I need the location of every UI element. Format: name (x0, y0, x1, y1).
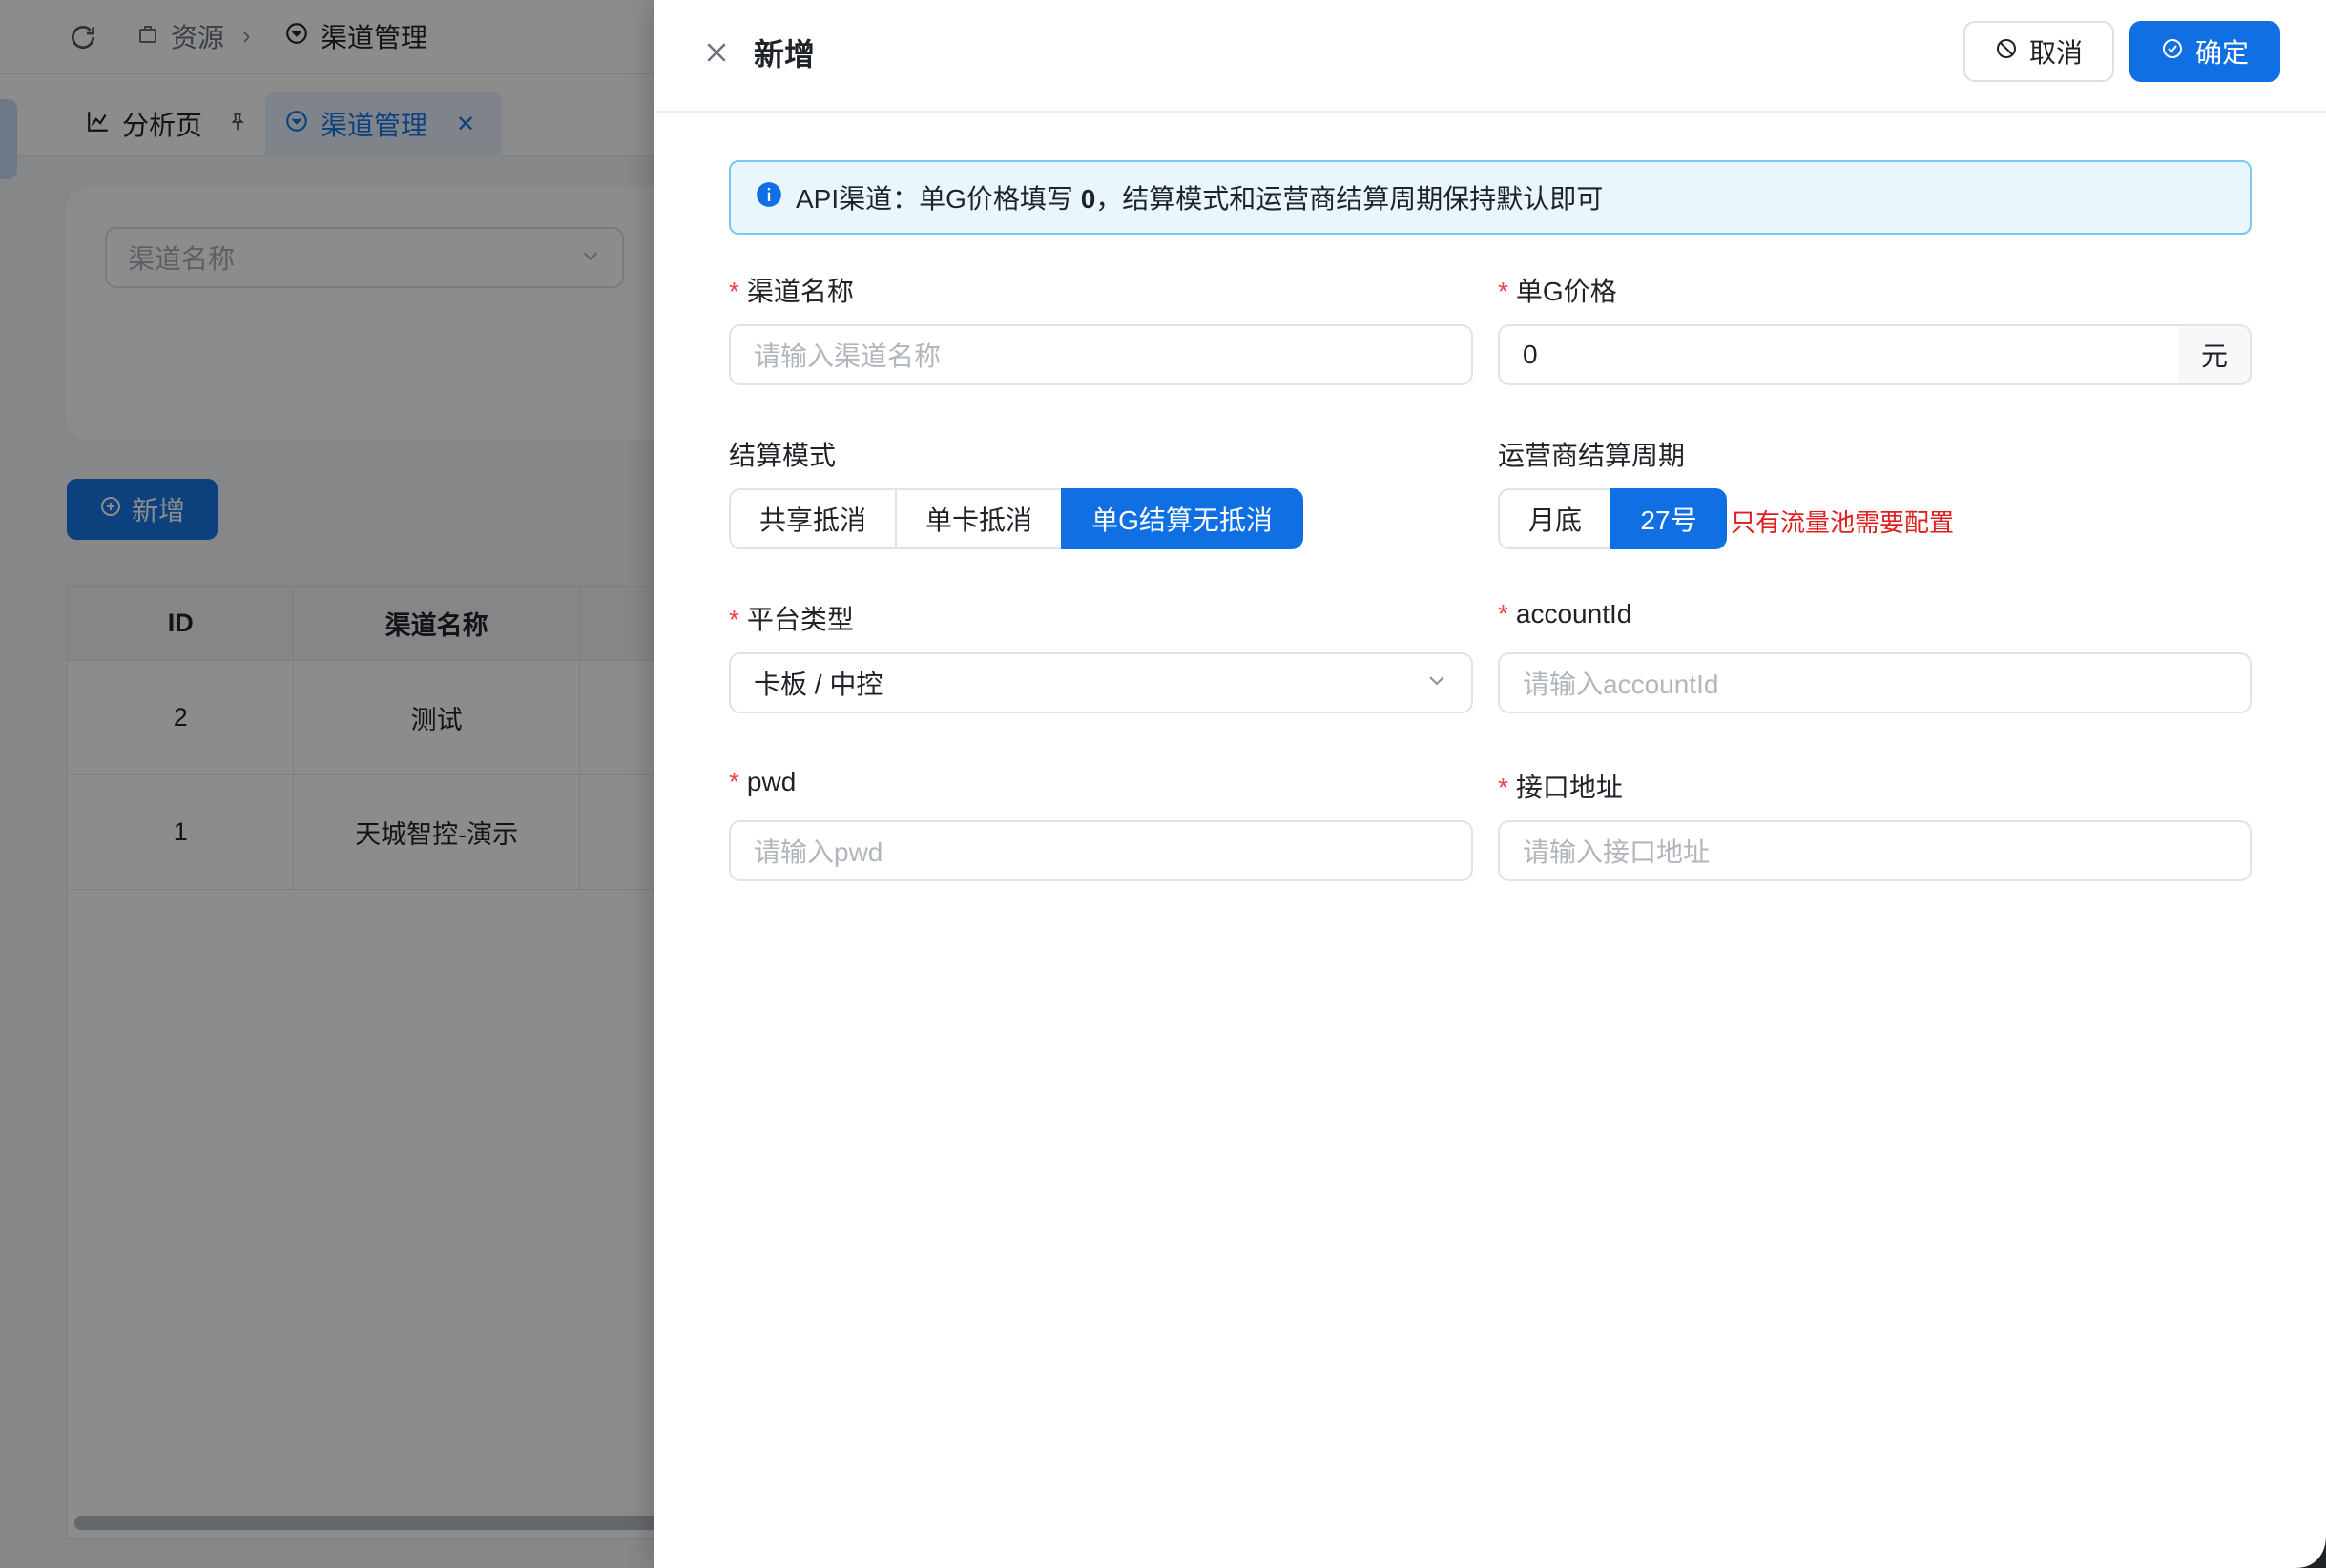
close-icon[interactable] (696, 32, 737, 72)
check-circle-icon (2161, 36, 2184, 67)
confirm-label: 确定 (2194, 38, 2249, 68)
drawer-title: 新增 (754, 37, 816, 72)
alert-text: API渠道：单G价格填写 0，结算模式和运营商结算周期保持默认即可 (796, 178, 1603, 217)
alert-prefix: API渠道：单G价格填写 (796, 184, 1081, 214)
carrier-cycle-radio-group: 月底 27号 (1498, 488, 1727, 549)
ban-icon (1995, 36, 2018, 67)
platform-type-select[interactable]: 卡板 / 中控 (729, 652, 1473, 713)
settle-mode-option-shared[interactable]: 共享抵消 (729, 488, 897, 549)
settle-mode-option-per-g[interactable]: 单G结算无抵消 (1061, 488, 1303, 549)
account-id-label: * accountId (1498, 599, 1632, 629)
input-value: 0 (1523, 340, 1538, 369)
api-url-label: * 接口地址 (1498, 773, 1623, 802)
drawer-header: 新增 取消 确定 (654, 0, 2326, 113)
input-placeholder: 请输入接口地址 (1523, 837, 1711, 867)
label-text: 渠道名称 (746, 277, 854, 306)
alert-suffix: ，结算模式和运营商结算周期保持默认即可 (1095, 184, 1604, 214)
settle-mode-option-single-card[interactable]: 单卡抵消 (895, 488, 1063, 549)
chevron-down-icon (1425, 668, 1448, 698)
platform-type-label: * 平台类型 (729, 605, 854, 634)
input-placeholder: 请输入pwd (754, 837, 883, 867)
api-url-input[interactable]: 请输入接口地址 (1498, 820, 2252, 881)
settle-mode-radio-group: 共享抵消 单卡抵消 单G结算无抵消 (729, 488, 1303, 549)
info-icon (756, 181, 782, 215)
select-value: 卡板 / 中控 (754, 670, 883, 699)
label-text: pwd (746, 767, 797, 796)
app: 资源 › 渠道管理 分析页 渠道管理 ✕ 渠道名称 新增 ID 渠道名称 2 测… (0, 0, 2326, 1568)
unit-price-label: * 单G价格 (1498, 277, 1617, 306)
carrier-cycle-option-month-end[interactable]: 月底 (1498, 488, 1612, 549)
input-placeholder: 请输入渠道名称 (754, 341, 942, 371)
cancel-button[interactable]: 取消 (1963, 21, 2114, 82)
input-placeholder: 请输入accountId (1523, 670, 1719, 699)
label-text: 平台类型 (746, 605, 854, 634)
label-text: 接口地址 (1515, 773, 1623, 802)
carrier-cycle-option-27th[interactable]: 27号 (1610, 488, 1727, 549)
channel-name-label: * 渠道名称 (729, 277, 854, 306)
resize-corner-icon (2295, 1536, 2326, 1568)
pwd-input[interactable]: 请输入pwd (729, 820, 1473, 881)
pwd-label: * pwd (729, 767, 797, 796)
settle-mode-label: 结算模式 (729, 441, 837, 470)
label-text: accountId (1515, 599, 1632, 629)
carrier-cycle-label: 运营商结算周期 (1498, 441, 1686, 470)
label-text: 单G价格 (1515, 277, 1617, 306)
unit-price-input[interactable]: 0 (1498, 324, 2181, 385)
carrier-cycle-note: 只有流量池需要配置 (1731, 508, 1955, 537)
info-alert: API渠道：单G价格填写 0，结算模式和运营商结算周期保持默认即可 (729, 160, 2252, 235)
unit-price-addon: 元 (2179, 324, 2252, 385)
alert-bold: 0 (1080, 184, 1096, 214)
account-id-input[interactable]: 请输入accountId (1498, 652, 2252, 713)
channel-name-input[interactable]: 请输入渠道名称 (729, 324, 1473, 385)
confirm-button[interactable]: 确定 (2129, 21, 2280, 82)
add-drawer: 新增 取消 确定 API渠道：单G价格填写 0，结算模式和运营商结算周期保持默认… (654, 0, 2326, 1568)
cancel-label: 取消 (2028, 38, 2083, 68)
